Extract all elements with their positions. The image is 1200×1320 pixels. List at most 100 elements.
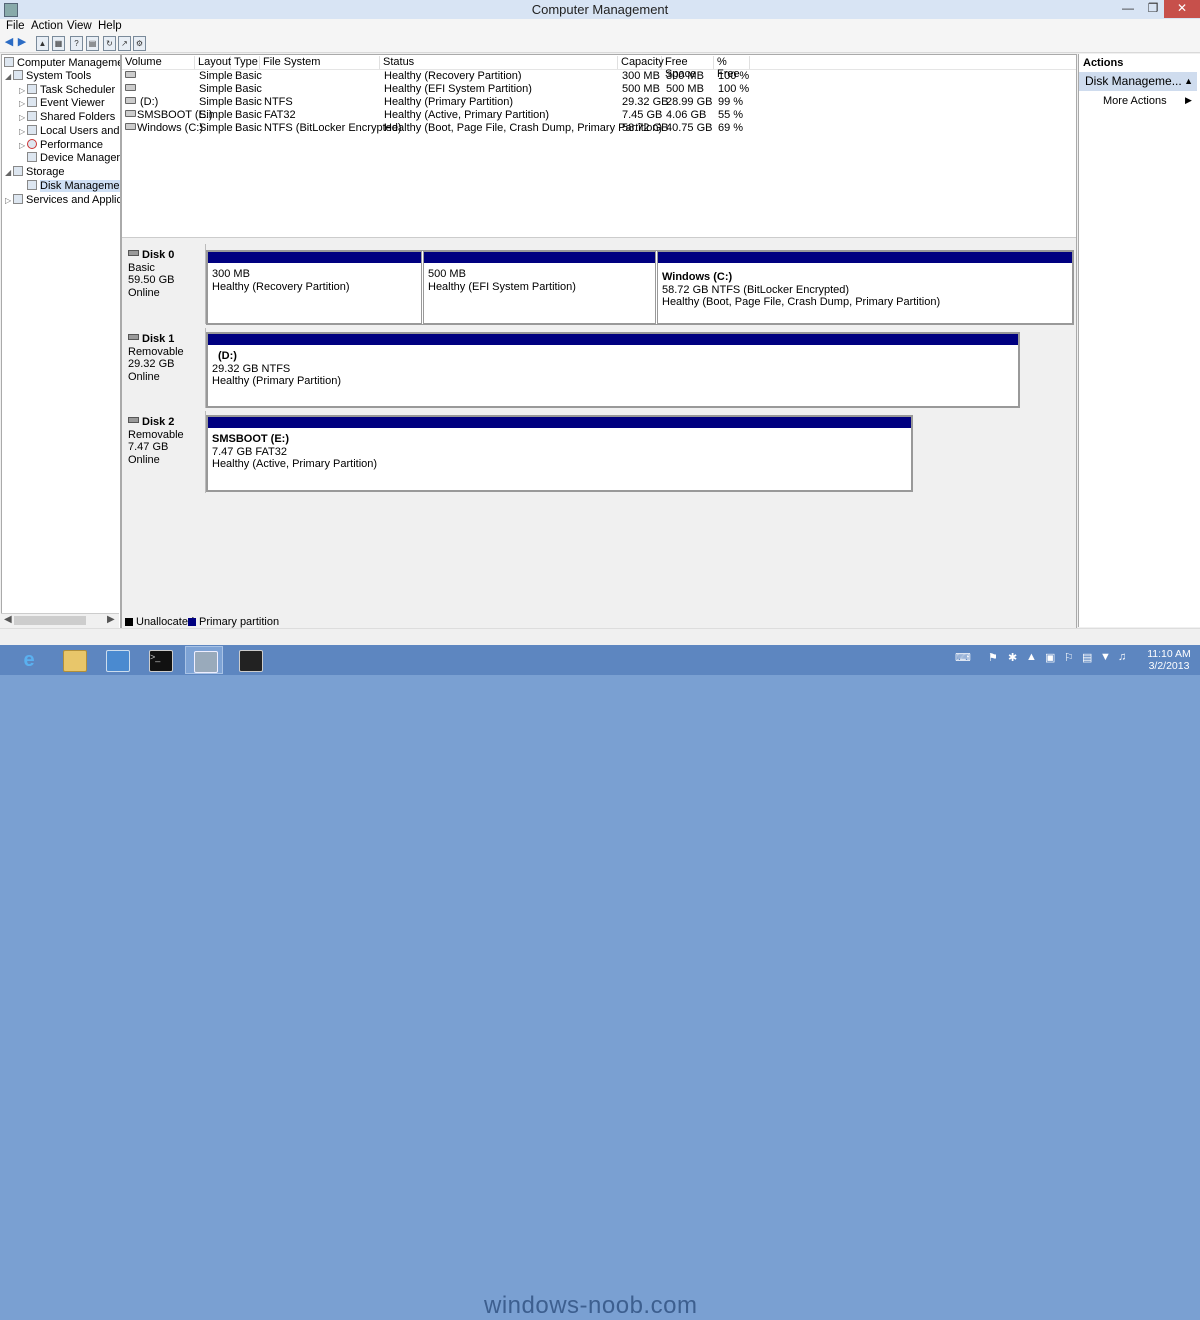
taskbar-app-6[interactable] — [231, 646, 269, 674]
console-tree: Computer Management ◢System Tools ▷Task … — [1, 54, 121, 629]
partition-windows-c[interactable]: Windows (C:) 58.72 GB NTFS (BitLocker En… — [657, 251, 1073, 324]
menu-action[interactable]: Action — [31, 20, 63, 32]
disk-info-1[interactable]: Disk 1 Removable 29.32 GB Online — [122, 328, 206, 408]
tree-item-disk-management[interactable]: Disk Management — [27, 180, 120, 193]
primary-partition-bar — [658, 252, 1072, 263]
tools-icon — [13, 70, 23, 80]
menu-help[interactable]: Help — [98, 20, 122, 32]
bluetooth-icon[interactable]: ✱ — [1008, 651, 1017, 664]
taskbar-computer-management[interactable] — [185, 646, 223, 674]
back-arrow-icon[interactable]: ◀ — [3, 36, 15, 49]
device-manager-icon — [27, 152, 37, 162]
minimize-button[interactable]: — — [1115, 0, 1141, 18]
volume-icon — [125, 97, 136, 104]
scroll-right-icon[interactable]: ▶ — [107, 614, 115, 625]
partition-efi[interactable]: 500 MB Healthy (EFI System Partition) — [423, 251, 656, 324]
tree-item-task-scheduler[interactable]: ▷ Task Scheduler — [19, 84, 115, 97]
expand-arrow-icon[interactable]: ▷ — [19, 125, 27, 138]
services-icon — [13, 194, 23, 204]
scroll-left-icon[interactable]: ◀ — [4, 614, 12, 625]
collapse-arrow-icon[interactable]: ◢ — [5, 166, 13, 179]
expand-arrow-icon[interactable]: ▷ — [19, 111, 27, 124]
tree-item-device-manager[interactable]: Device Manager — [27, 152, 120, 165]
close-button[interactable]: ✕ — [1164, 0, 1200, 18]
tree-item-event-viewer[interactable]: ▷ Event Viewer — [19, 97, 105, 110]
forward-arrow-icon[interactable]: ▶ — [16, 36, 28, 49]
refresh-icon[interactable]: ↻ — [103, 36, 116, 51]
volume-row[interactable]: Simple Basic Healthy (Recovery Partition… — [122, 70, 1076, 83]
volume-icon — [125, 110, 136, 117]
column-header-volume[interactable]: Volume — [122, 56, 195, 69]
tree-item-storage[interactable]: ◢ Storage — [5, 166, 65, 179]
column-header-capacity[interactable]: Capacity — [618, 56, 664, 69]
more-actions-link[interactable]: More Actions ▶ — [1103, 95, 1192, 107]
wifi-icon[interactable]: ▼ — [1100, 651, 1111, 663]
volume-row[interactable]: (D:) Simple Basic NTFS Healthy (Primary … — [122, 96, 1076, 109]
primary-partition-bar — [424, 252, 655, 263]
volume-row[interactable]: SMSBOOT (E:) Simple Basic FAT32 Healthy … — [122, 109, 1076, 122]
taskbar-app-3[interactable] — [98, 646, 136, 674]
action-center-icon[interactable]: ⚑ — [988, 651, 998, 664]
collapse-up-icon[interactable]: ▲ — [1184, 72, 1193, 91]
column-header-file-system[interactable]: File System — [260, 56, 380, 69]
collapse-arrow-icon[interactable]: ◢ — [5, 70, 13, 83]
disk-row-1[interactable]: Disk 1 Removable 29.32 GB Online (D:) 29… — [122, 328, 1076, 408]
help-icon[interactable]: ? — [70, 36, 83, 51]
shared-folder-icon — [27, 111, 37, 121]
taskbar-clock[interactable]: 11:10 AM 3/2/2013 — [1140, 648, 1198, 672]
up-folder-icon[interactable]: ▲ — [36, 36, 49, 51]
tree-item-performance[interactable]: ▷ Performance — [19, 139, 103, 152]
volume-icon — [125, 71, 136, 78]
properties-icon[interactable]: ▤ — [86, 36, 99, 51]
tree-item-shared-folders[interactable]: ▷ Shared Folders — [19, 111, 115, 124]
menu-file[interactable]: File — [6, 20, 25, 32]
disk-info-2[interactable]: Disk 2 Removable 7.47 GB Online — [122, 411, 206, 493]
disk-info-0[interactable]: Disk 0 Basic 59.50 GB Online — [122, 244, 206, 324]
device-icon[interactable]: ▣ — [1045, 651, 1055, 664]
column-header-type[interactable]: Type — [231, 56, 260, 69]
column-header-free-space[interactable]: Free Space — [662, 56, 714, 80]
tree-item-system-tools[interactable]: ◢ System Tools — [5, 70, 91, 83]
volume-icon — [125, 84, 136, 91]
partition-d[interactable]: (D:) 29.32 GB NTFS Healthy (Primary Part… — [207, 333, 1019, 407]
tree-item-computer-management[interactable]: Computer Management — [4, 57, 120, 70]
display-icon[interactable]: ▤ — [1082, 651, 1092, 664]
expand-arrow-icon[interactable]: ▷ — [19, 84, 27, 97]
volume-row[interactable]: Windows (C:) Simple Basic NTFS (BitLocke… — [122, 122, 1076, 135]
volume-row[interactable]: Simple Basic Healthy (EFI System Partiti… — [122, 83, 1076, 96]
settings-icon[interactable]: ⚙ — [133, 36, 146, 51]
disk-row-2[interactable]: Disk 2 Removable 7.47 GB Online SMSBOOT … — [122, 411, 1076, 493]
taskbar-internet-explorer[interactable]: e — [10, 646, 48, 674]
command-prompt-icon: >_ — [149, 650, 173, 672]
clock-icon — [27, 84, 37, 94]
keyboard-icon[interactable]: ⌨ — [955, 651, 971, 664]
network-icon[interactable]: ▲ — [1026, 651, 1037, 663]
primary-partition-swatch — [188, 618, 196, 626]
taskbar-file-explorer[interactable] — [55, 646, 93, 674]
partition-smsboot-e[interactable]: SMSBOOT (E:) 7.47 GB FAT32 Healthy (Acti… — [207, 416, 912, 491]
column-header-status[interactable]: Status — [380, 56, 618, 69]
disk-management-icon — [27, 180, 37, 190]
expand-arrow-icon[interactable]: ▷ — [19, 97, 27, 110]
expand-arrow-icon[interactable]: ▷ — [5, 194, 13, 207]
disk-row-0[interactable]: Disk 0 Basic 59.50 GB Online 300 MB Heal… — [122, 244, 1076, 325]
window-title: Computer Management — [531, 2, 669, 17]
primary-partition-bar — [208, 252, 421, 263]
export-icon[interactable]: ↗ — [118, 36, 131, 51]
submenu-arrow-icon: ▶ — [1185, 95, 1192, 105]
flag-icon[interactable]: ⚐ — [1064, 651, 1074, 664]
menu-view[interactable]: View — [67, 20, 92, 32]
actions-section-disk-management[interactable]: Disk Manageme... ▲ — [1079, 72, 1197, 91]
taskbar-command-prompt[interactable]: >_ — [141, 646, 179, 674]
tree-item-services-and-applications[interactable]: ▷ Services and Applicat — [5, 194, 120, 207]
column-header-layout[interactable]: Layout — [195, 56, 231, 69]
tree-item-local-users[interactable]: ▷Local Users and G — [19, 125, 120, 138]
tree-horizontal-scrollbar[interactable]: ◀ ▶ — [1, 613, 119, 628]
expand-arrow-icon[interactable]: ▷ — [19, 139, 27, 152]
column-header-percent-free[interactable]: % Free — [714, 56, 750, 80]
partition-recovery[interactable]: 300 MB Healthy (Recovery Partition) — [207, 251, 422, 324]
maximize-button[interactable]: ❐ — [1140, 0, 1166, 18]
scrollbar-thumb[interactable] — [14, 616, 86, 625]
volume-icon[interactable]: ♫ — [1118, 651, 1126, 663]
show-hide-tree-icon[interactable]: ▦ — [52, 36, 65, 51]
